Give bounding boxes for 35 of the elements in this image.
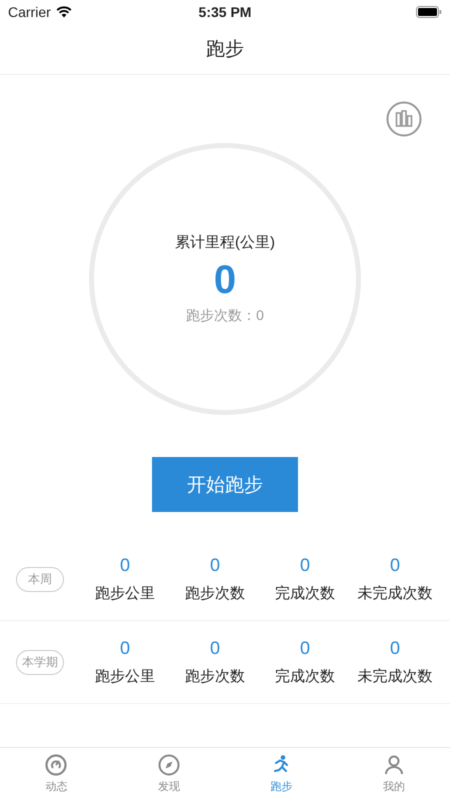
wifi-icon — [56, 6, 72, 18]
compass-icon — [158, 754, 180, 776]
stat-value: 0 — [300, 555, 310, 576]
stat-value: 0 — [390, 638, 400, 659]
run-count: 跑步次数：0 — [186, 307, 264, 325]
gauge-icon — [45, 754, 68, 776]
stat-value: 0 — [120, 555, 130, 576]
stat-label: 未完成次数 — [358, 584, 432, 603]
status-time: 5:35 PM — [198, 4, 252, 20]
stat-label: 跑步公里 — [95, 667, 155, 686]
carrier-name: Carrier — [8, 4, 51, 20]
stat-label: 跑步公里 — [95, 584, 155, 603]
distance-value: 0 — [214, 258, 236, 303]
stat-label: 完成次数 — [275, 584, 335, 603]
stat-value: 0 — [300, 638, 310, 659]
battery-icon — [416, 6, 442, 18]
period-tag: 本周 — [16, 566, 64, 592]
start-run-button[interactable]: 开始跑步 — [152, 457, 298, 512]
tab-item[interactable]: 动态 — [0, 748, 112, 800]
tab-item[interactable]: 发现 — [112, 748, 225, 800]
tab-item[interactable]: 跑步 — [225, 748, 338, 800]
distance-label: 累计里程(公里) — [175, 233, 275, 252]
stat-label: 跑步次数 — [185, 667, 245, 686]
stat-label: 完成次数 — [275, 667, 335, 686]
tab-item[interactable]: 我的 — [338, 748, 450, 800]
stat-value: 0 — [120, 638, 130, 659]
stat-label: 未完成次数 — [358, 667, 432, 686]
stat-value: 0 — [210, 638, 220, 659]
stat-label: 跑步次数 — [185, 584, 245, 603]
statistics-icon[interactable] — [386, 101, 422, 137]
stat-value: 0 — [210, 555, 220, 576]
page-title: 跑步 — [206, 38, 244, 62]
stat-value: 0 — [390, 555, 400, 576]
period-tag: 本学期 — [16, 650, 64, 674]
person-icon — [382, 754, 405, 776]
